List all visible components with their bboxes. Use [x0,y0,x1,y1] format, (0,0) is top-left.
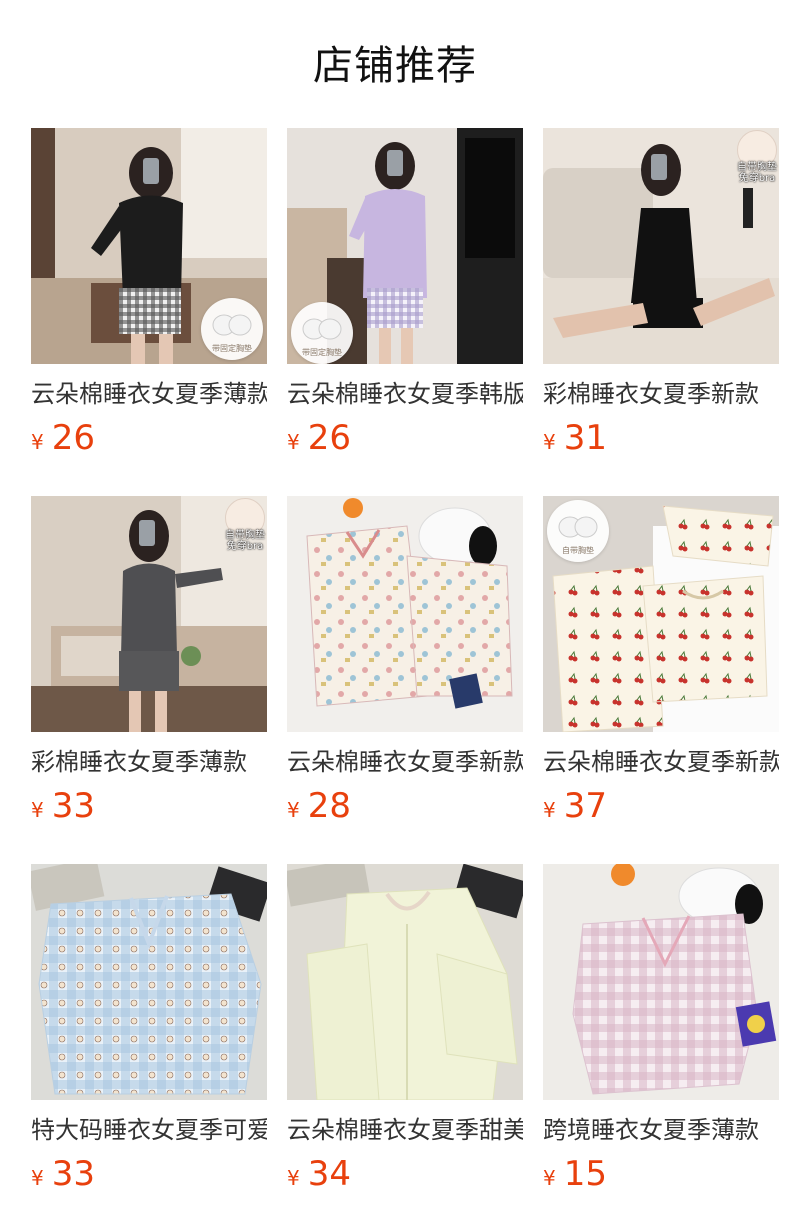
product-image[interactable] [287,496,523,732]
currency-symbol: ¥ [31,798,44,822]
pad-badge: 自带胸垫 [547,500,609,562]
product-image[interactable]: 自带胸垫 免穿bra [543,128,779,364]
product-name[interactable]: 彩棉睡衣女夏季新款 [543,378,779,410]
product-card[interactable]: 自带胸垫 云朵棉睡衣女夏季新款 ¥ 37 [543,496,779,864]
currency-symbol: ¥ [287,1166,300,1190]
currency-symbol: ¥ [31,430,44,454]
product-name[interactable]: 云朵棉睡衣女夏季薄款 [31,378,267,410]
product-card[interactable]: 云朵棉睡衣女夏季新款 ¥ 28 [287,496,523,864]
pad-badge-label: 带固定胸垫 [212,344,252,353]
price-amount: 28 [307,786,351,826]
bra-badge: 自带胸垫 免穿bra [223,496,267,552]
currency-symbol: ¥ [31,1166,44,1190]
price-amount: 33 [51,786,95,826]
product-card[interactable]: 带固定胸垫 云朵棉睡衣女夏季韩版 ¥ 26 [287,128,523,496]
product-name[interactable]: 云朵棉睡衣女夏季韩版 [287,378,523,410]
price-amount: 34 [307,1154,351,1194]
product-image[interactable] [543,864,779,1100]
section-title: 店铺推荐 [313,43,477,89]
product-image[interactable] [287,864,523,1100]
price-amount: 31 [563,418,607,458]
price-amount: 26 [307,418,351,458]
pad-badge-label: 自带胸垫 [562,546,594,555]
product-price: ¥ 28 [287,786,523,826]
bra-badge-label: 自带胸垫 免穿bra [737,162,777,184]
price-amount: 26 [51,418,95,458]
product-price: ¥ 15 [543,1154,779,1194]
price-amount: 33 [51,1154,95,1194]
product-price: ¥ 37 [543,786,779,826]
product-name[interactable]: 云朵棉睡衣女夏季甜美 [287,1114,523,1146]
product-price: ¥ 31 [543,418,779,458]
currency-symbol: ¥ [543,1166,556,1190]
pad-badge-label: 带固定胸垫 [302,348,342,357]
product-image[interactable]: 带固定胸垫 [287,128,523,364]
price-amount: 15 [563,1154,607,1194]
bra-badge-label: 自带胸垫 免穿bra [225,530,265,552]
product-price: ¥ 34 [287,1154,523,1194]
product-name[interactable]: 彩棉睡衣女夏季薄款 [31,746,267,778]
pad-badge: 带固定胸垫 [291,302,353,364]
product-price: ¥ 26 [31,418,267,458]
currency-symbol: ¥ [287,430,300,454]
product-name[interactable]: 跨境睡衣女夏季薄款 [543,1114,779,1146]
product-card[interactable]: 跨境睡衣女夏季薄款 ¥ 15 [543,864,779,1232]
product-grid: 带固定胸垫 云朵棉睡衣女夏季薄款 ¥ 26 带固定胸垫 云朵棉睡衣女夏季韩版 ¥… [31,128,779,1232]
product-image[interactable]: 自带胸垫 [543,496,779,732]
product-card[interactable]: 特大码睡衣女夏季可爱 ¥ 33 [31,864,267,1232]
section-header: 店铺推荐 [0,0,790,128]
product-card[interactable]: 带固定胸垫 云朵棉睡衣女夏季薄款 ¥ 26 [31,128,267,496]
currency-symbol: ¥ [543,798,556,822]
product-name[interactable]: 云朵棉睡衣女夏季新款 [543,746,779,778]
price-amount: 37 [563,786,607,826]
currency-symbol: ¥ [287,798,300,822]
product-image[interactable]: 自带胸垫 免穿bra [31,496,267,732]
product-image[interactable]: 带固定胸垫 [31,128,267,364]
product-card[interactable]: 自带胸垫 免穿bra 彩棉睡衣女夏季薄款 ¥ 33 [31,496,267,864]
pad-badge: 带固定胸垫 [201,298,263,360]
bra-badge: 自带胸垫 免穿bra [735,128,779,184]
product-price: ¥ 33 [31,786,267,826]
product-name[interactable]: 云朵棉睡衣女夏季新款 [287,746,523,778]
product-price: ¥ 26 [287,418,523,458]
product-name[interactable]: 特大码睡衣女夏季可爱 [31,1114,267,1146]
product-card[interactable]: 自带胸垫 免穿bra 彩棉睡衣女夏季新款 ¥ 31 [543,128,779,496]
product-card[interactable]: 云朵棉睡衣女夏季甜美 ¥ 34 [287,864,523,1232]
product-image[interactable] [31,864,267,1100]
product-price: ¥ 33 [31,1154,267,1194]
currency-symbol: ¥ [543,430,556,454]
